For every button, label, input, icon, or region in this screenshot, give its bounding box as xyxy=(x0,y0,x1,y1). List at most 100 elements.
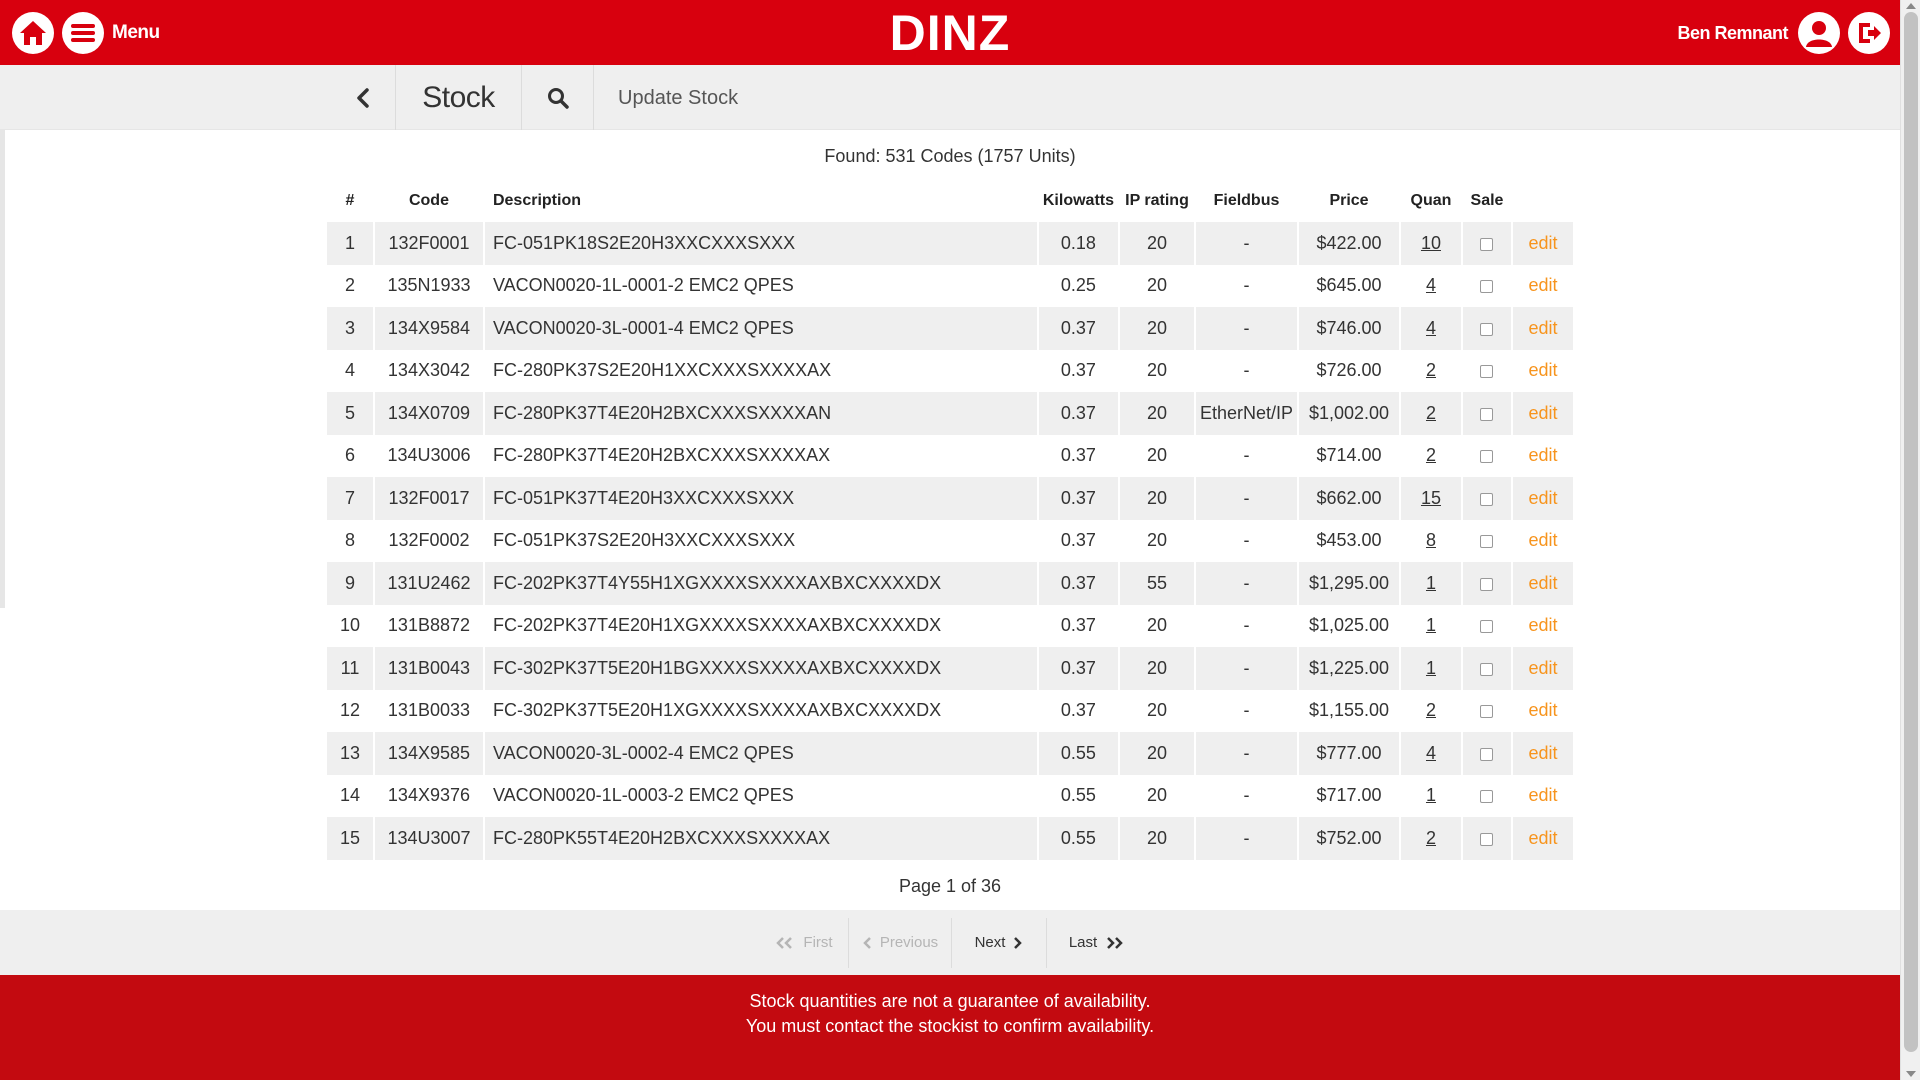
edit-link[interactable]: edit xyxy=(1528,275,1557,295)
price-value: $777.00 xyxy=(1299,732,1399,775)
edit-link[interactable]: edit xyxy=(1528,445,1557,465)
sale-checkbox[interactable] xyxy=(1480,705,1494,718)
last-page-button[interactable]: Last xyxy=(1047,910,1147,975)
next-page-button[interactable]: Next xyxy=(952,910,1046,975)
row-number: 5 xyxy=(327,392,373,435)
user-icon[interactable] xyxy=(1798,12,1840,54)
edit-link[interactable]: edit xyxy=(1528,403,1557,423)
fieldbus-value: - xyxy=(1195,732,1298,775)
brand-logo: DINZ xyxy=(889,5,1011,61)
fieldbus-value: - xyxy=(1195,477,1298,520)
quantity-link[interactable]: 8 xyxy=(1426,530,1436,550)
sale-checkbox[interactable] xyxy=(1480,662,1494,676)
edit-cell: edit xyxy=(1512,647,1573,690)
quantity-link[interactable]: 4 xyxy=(1426,318,1436,338)
row-number: 13 xyxy=(327,732,373,775)
edit-link[interactable]: edit xyxy=(1528,530,1557,550)
previous-page-button[interactable]: Previous xyxy=(849,910,951,975)
price-value: $422.00 xyxy=(1299,222,1399,265)
scroll-thumb[interactable] xyxy=(1904,12,1918,1052)
update-stock-link[interactable]: Update Stock xyxy=(618,87,738,110)
quantity-link[interactable]: 2 xyxy=(1426,403,1436,423)
first-page-button[interactable]: First xyxy=(760,910,848,975)
edit-link[interactable]: edit xyxy=(1528,318,1557,338)
back-button[interactable] xyxy=(330,65,396,130)
quantity-link[interactable]: 1 xyxy=(1426,573,1436,593)
edit-link[interactable]: edit xyxy=(1528,488,1557,508)
sale-checkbox[interactable] xyxy=(1480,747,1494,761)
sale-checkbox[interactable] xyxy=(1480,450,1494,463)
edit-link[interactable]: edit xyxy=(1528,828,1557,848)
row-number: 3 xyxy=(327,307,373,350)
col-number-header: # xyxy=(345,192,355,209)
sale-cell xyxy=(1462,562,1511,605)
quantity-link[interactable]: 1 xyxy=(1426,785,1436,805)
kilowatts-value: 0.18 xyxy=(1038,222,1118,265)
edit-link[interactable]: edit xyxy=(1528,658,1557,678)
edit-link[interactable]: edit xyxy=(1528,233,1557,253)
fieldbus-value: - xyxy=(1195,349,1298,392)
chevron-left-icon xyxy=(863,936,871,949)
sale-checkbox[interactable] xyxy=(1480,577,1494,591)
sale-checkbox[interactable] xyxy=(1480,620,1494,633)
table-row: 4 134X3042 FC-280PK37S2E20H1XXCXXXSXXXXAX 0… xyxy=(327,349,1573,392)
logout-icon[interactable] xyxy=(1848,12,1890,54)
edit-cell: edit xyxy=(1512,434,1573,477)
quantity-cell: 2 xyxy=(1401,689,1461,732)
edit-link[interactable]: edit xyxy=(1528,573,1557,593)
sale-checkbox[interactable] xyxy=(1480,365,1494,378)
sale-checkbox[interactable] xyxy=(1480,280,1494,293)
user-name[interactable]: Ben Remnant xyxy=(1677,23,1788,44)
sale-checkbox[interactable] xyxy=(1480,322,1494,336)
sale-cell xyxy=(1462,604,1511,647)
sale-checkbox[interactable] xyxy=(1480,535,1494,548)
kilowatts-value: 0.37 xyxy=(1038,689,1118,732)
product-code: 132F0002 xyxy=(374,519,483,562)
sale-checkbox[interactable] xyxy=(1480,832,1494,846)
edit-link[interactable]: edit xyxy=(1528,743,1557,763)
product-description: FC-051PK18S2E20H3XXCXXXSXXX xyxy=(484,222,1037,265)
quantity-link[interactable]: 2 xyxy=(1426,700,1436,720)
quantity-link[interactable]: 10 xyxy=(1421,233,1441,253)
edit-link[interactable]: edit xyxy=(1528,700,1557,720)
quantity-cell: 2 xyxy=(1401,392,1461,435)
edit-cell: edit xyxy=(1512,477,1573,520)
row-number: 8 xyxy=(327,519,373,562)
last-page-label: Last xyxy=(1068,934,1098,951)
quantity-link[interactable]: 2 xyxy=(1426,445,1436,465)
quantity-link[interactable]: 2 xyxy=(1426,360,1436,380)
fieldbus-value: EtherNet/IP xyxy=(1195,392,1298,435)
ip-rating-value: 20 xyxy=(1120,349,1194,392)
sale-checkbox[interactable] xyxy=(1480,492,1494,506)
quantity-link[interactable]: 2 xyxy=(1426,828,1436,848)
stock-table: # Code Description Kilowatts IP rating F… xyxy=(325,180,1575,860)
product-code: 134X9376 xyxy=(374,774,483,817)
scroll-down-arrow-icon[interactable] xyxy=(1906,1071,1916,1077)
quantity-link[interactable]: 1 xyxy=(1426,615,1436,635)
row-number: 15 xyxy=(327,817,373,860)
search-button[interactable] xyxy=(522,65,594,130)
quantity-link[interactable]: 4 xyxy=(1426,743,1436,763)
quantity-link[interactable]: 1 xyxy=(1426,658,1436,678)
quantity-cell: 1 xyxy=(1401,647,1461,690)
quantity-cell: 2 xyxy=(1401,817,1461,860)
edit-link[interactable]: edit xyxy=(1528,615,1557,635)
chevron-right-icon xyxy=(1014,936,1023,949)
scroll-up-arrow-icon[interactable] xyxy=(1906,3,1916,9)
ip-rating-value: 20 xyxy=(1120,392,1194,435)
footer-line-2: You must contact the stockist to confirm… xyxy=(745,1016,1155,1036)
vertical-scrollbar[interactable] xyxy=(1900,0,1920,1080)
double-chevron-left-icon xyxy=(776,936,793,949)
sale-checkbox[interactable] xyxy=(1480,237,1494,251)
quantity-link[interactable]: 4 xyxy=(1426,275,1436,295)
edit-link[interactable]: edit xyxy=(1528,360,1557,380)
price-value: $717.00 xyxy=(1299,774,1399,817)
sale-checkbox[interactable] xyxy=(1480,407,1494,421)
table-row: 3 134X9584 VACON0020-3L-0001-4 EMC2 QPES 0.… xyxy=(327,307,1573,350)
quantity-link[interactable]: 15 xyxy=(1421,488,1441,508)
product-description: FC-051PK37S2E20H3XXCXXXSXXX xyxy=(484,519,1037,562)
price-value: $714.00 xyxy=(1299,434,1399,477)
edit-cell: edit xyxy=(1512,392,1573,435)
edit-link[interactable]: edit xyxy=(1528,785,1557,805)
sale-checkbox[interactable] xyxy=(1480,790,1494,803)
